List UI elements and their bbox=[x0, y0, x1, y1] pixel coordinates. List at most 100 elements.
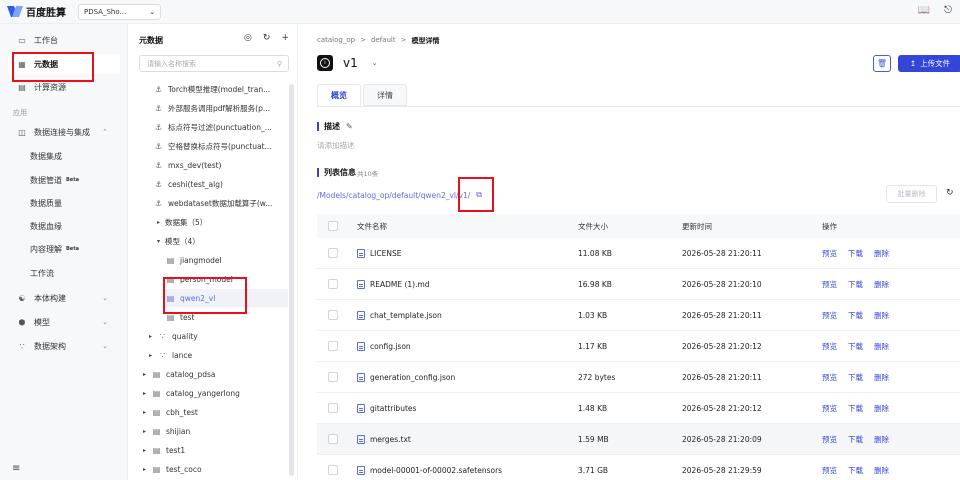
caret-right-icon[interactable]: ▸ bbox=[149, 333, 157, 340]
download-link[interactable]: 下载 bbox=[848, 465, 863, 476]
table-row[interactable]: config.json 1.17 KB 2026-05-28 21:20:12 预览下… bbox=[317, 331, 960, 362]
file-name-cell[interactable]: gitattributes bbox=[357, 393, 416, 423]
search-icon[interactable]: ⚲ bbox=[277, 60, 282, 68]
nav-item-content-understanding[interactable]: 内容理解 Beta bbox=[8, 239, 120, 259]
caret-right-icon[interactable]: ▸ bbox=[143, 409, 151, 416]
caret-right-icon[interactable]: ▸ bbox=[143, 390, 151, 397]
file-name-cell[interactable]: merges.txt bbox=[357, 424, 411, 454]
caret-right-icon[interactable]: ▸ bbox=[149, 352, 157, 359]
preview-link[interactable]: 预览 bbox=[822, 310, 837, 321]
preview-link[interactable]: 预览 bbox=[822, 341, 837, 352]
breadcrumb-item[interactable]: default bbox=[371, 36, 396, 46]
table-row[interactable]: generation_config.json 272 bytes 2026-05-2… bbox=[317, 362, 960, 393]
tab-details[interactable]: 详情 bbox=[363, 84, 407, 106]
row-checkbox[interactable] bbox=[328, 279, 338, 289]
refresh-list-icon[interactable]: ↻ bbox=[946, 188, 954, 198]
download-link[interactable]: 下载 bbox=[848, 279, 863, 290]
tree-search-input[interactable] bbox=[147, 59, 267, 68]
description-placeholder[interactable]: 请添加描述 bbox=[317, 140, 355, 151]
row-checkbox[interactable] bbox=[328, 248, 338, 258]
locate-icon[interactable]: ◎ bbox=[244, 33, 252, 43]
delete-link[interactable]: 删除 bbox=[874, 434, 889, 445]
tree-node-catalog[interactable]: ▸ ▤ test_coco bbox=[143, 460, 289, 478]
nav-item-workflow[interactable]: 工作流 bbox=[8, 263, 120, 283]
tree-node-operator[interactable]: ⚓ ceshi(test_alg) bbox=[153, 175, 293, 193]
caret-right-icon[interactable]: ▸ bbox=[157, 219, 165, 226]
download-link[interactable]: 下载 bbox=[848, 310, 863, 321]
delete-link[interactable]: 删除 bbox=[874, 248, 889, 259]
delete-link[interactable]: 删除 bbox=[874, 310, 889, 321]
table-row[interactable]: model-00001-of-00002.safetensors 3.71 GB 2… bbox=[317, 455, 960, 480]
caret-right-icon[interactable]: ▸ bbox=[143, 447, 151, 454]
table-row[interactable]: LICENSE 11.08 KB 2026-05-28 21:20:11 预览 下载 删除 bbox=[317, 238, 960, 269]
refresh-icon[interactable]: ↻ bbox=[263, 33, 271, 43]
chevron-down-icon[interactable]: ⌄ bbox=[372, 59, 378, 67]
tree-node-catalog[interactable]: ▸ ▤ test1 bbox=[143, 441, 289, 459]
download-link[interactable]: 下载 bbox=[848, 248, 863, 259]
tree-node-catalog[interactable]: ▸ ▤ shijian bbox=[143, 422, 289, 440]
tree-search[interactable]: ⚲ bbox=[139, 55, 289, 72]
workspace-select[interactable]: PDSA_Sho... ⌄ bbox=[78, 3, 161, 20]
tree-node-operator[interactable]: ⚓ 标点符号过滤(punctuation_... bbox=[153, 118, 293, 136]
preview-link[interactable]: 预览 bbox=[822, 434, 837, 445]
tree-node-model[interactable]: ▤ jiangmodel bbox=[165, 251, 288, 269]
caret-right-icon[interactable]: ▸ bbox=[143, 466, 151, 473]
edit-icon[interactable]: ✎ bbox=[346, 122, 353, 131]
nav-item-workbench[interactable]: ▭ 工作台 bbox=[8, 30, 120, 50]
row-checkbox[interactable] bbox=[328, 465, 338, 475]
table-row[interactable]: merges.txt 1.59 MB 2026-05-28 21:20:09 预览 下载… bbox=[317, 424, 960, 455]
tree-node-dataset-group[interactable]: ▸ 数据集（5） bbox=[157, 213, 293, 231]
download-link[interactable]: 下载 bbox=[848, 341, 863, 352]
file-name-cell[interactable]: LICENSE bbox=[357, 238, 401, 268]
preview-link[interactable]: 预览 bbox=[822, 372, 837, 383]
row-checkbox[interactable] bbox=[328, 372, 338, 382]
tree-node-operator[interactable]: ⚓ 空格替换标点符号(punctuat... bbox=[153, 137, 293, 155]
download-link[interactable]: 下载 bbox=[848, 403, 863, 414]
table-row[interactable]: gitattributes 1.48 KB 2026-05-28 21:20:12 预… bbox=[317, 393, 960, 424]
tree-node-catalog[interactable]: ▸ ▤ cbh_test bbox=[143, 403, 289, 421]
nav-item-data-pipeline[interactable]: 数据管道 Beta bbox=[8, 170, 120, 190]
delete-model-button[interactable]: 🗑 bbox=[873, 55, 891, 72]
download-link[interactable]: 下载 bbox=[848, 434, 863, 445]
book-icon[interactable]: 📖 bbox=[918, 5, 930, 16]
caret-down-icon[interactable]: ▾ bbox=[157, 238, 165, 245]
tree-node-model-group[interactable]: ▾ 模型（4） bbox=[157, 232, 293, 250]
tree-scrollbar[interactable] bbox=[289, 84, 294, 476]
tree-node-schema[interactable]: ▸ ∵ lance bbox=[149, 346, 289, 364]
download-link[interactable]: 下载 bbox=[848, 372, 863, 383]
nav-group-data-integration[interactable]: ◫ 数据连接与集成 ⌃ bbox=[8, 122, 120, 142]
add-icon[interactable]: + bbox=[281, 33, 289, 43]
row-checkbox[interactable] bbox=[328, 434, 338, 444]
file-name-cell[interactable]: config.json bbox=[357, 331, 411, 361]
preview-link[interactable]: 预览 bbox=[822, 465, 837, 476]
batch-delete-button[interactable]: 批量删除 bbox=[886, 185, 937, 203]
preview-link[interactable]: 预览 bbox=[822, 403, 837, 414]
tree-node-catalog[interactable]: ▸ ▤ catalog_pdsa bbox=[143, 365, 289, 383]
row-checkbox[interactable] bbox=[328, 341, 338, 351]
preview-link[interactable]: 预览 bbox=[822, 279, 837, 290]
caret-right-icon[interactable]: ▸ bbox=[143, 371, 151, 378]
export-icon[interactable]: ⎋ bbox=[944, 5, 952, 16]
select-all-checkbox[interactable] bbox=[328, 221, 338, 231]
delete-link[interactable]: 删除 bbox=[874, 372, 889, 383]
table-row[interactable]: README (1).md 16.98 KB 2026-05-28 21:20:10… bbox=[317, 269, 960, 300]
tree-node-operator[interactable]: ⚓ mxs_dev(test) bbox=[153, 156, 293, 174]
row-checkbox[interactable] bbox=[328, 403, 338, 413]
file-name-cell[interactable]: model-00001-of-00002.safetensors bbox=[357, 455, 502, 480]
nav-item-data-lineage[interactable]: 数据血缘 bbox=[8, 216, 120, 236]
nav-group-model[interactable]: ⬢ 模型 ⌄ bbox=[8, 312, 120, 332]
tree-node-schema[interactable]: ▸ ∵ quality bbox=[149, 327, 289, 345]
nav-group-ontology[interactable]: ☯ 本体构建 ⌄ bbox=[8, 288, 120, 308]
upload-file-button[interactable]: ↥ 上传文件 bbox=[898, 55, 960, 72]
tree-node-operator[interactable]: ⚓ Torch模型推理(model_tran... bbox=[153, 80, 293, 98]
caret-right-icon[interactable]: ▸ bbox=[143, 428, 151, 435]
file-name-cell[interactable]: chat_template.json bbox=[357, 300, 442, 330]
delete-link[interactable]: 删除 bbox=[874, 341, 889, 352]
table-row[interactable]: chat_template.json 1.03 KB 2026-05-28 21:2… bbox=[317, 300, 960, 331]
delete-link[interactable]: 删除 bbox=[874, 465, 889, 476]
tab-overview[interactable]: 概览 bbox=[317, 84, 361, 106]
delete-link[interactable]: 删除 bbox=[874, 403, 889, 414]
menu-icon[interactable]: ≡ bbox=[12, 463, 20, 474]
breadcrumb-item[interactable]: catalog_op bbox=[317, 36, 355, 46]
file-name-cell[interactable]: README (1).md bbox=[357, 269, 430, 299]
